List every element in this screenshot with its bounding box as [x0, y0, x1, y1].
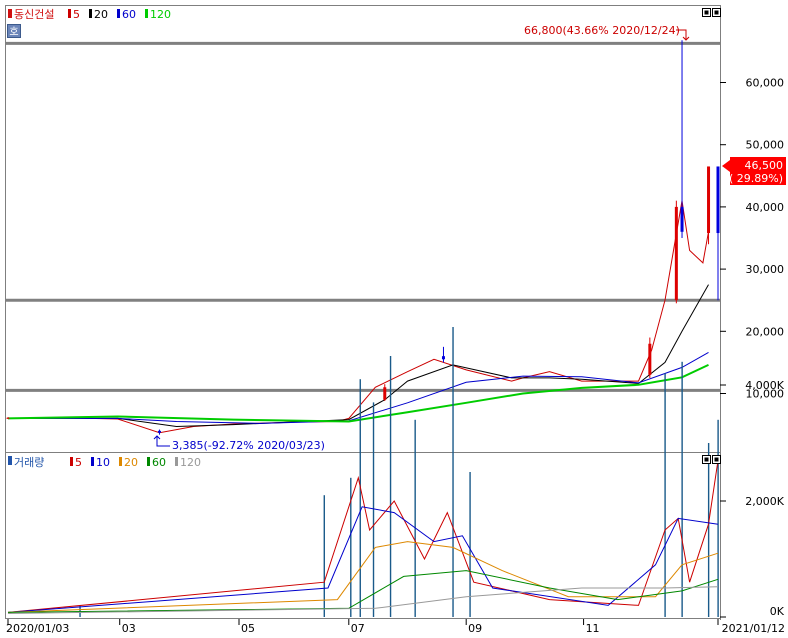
volume-bar: [389, 356, 392, 617]
legend-marker: [8, 9, 12, 18]
volume-bar: [707, 443, 710, 617]
volume-panel-close-button[interactable]: [712, 455, 721, 464]
price-y-tick-label: 40,000: [746, 201, 785, 214]
price-legend-marker-60: [117, 9, 120, 18]
current-price-tag: 46,500 ( 29.89%): [722, 157, 786, 185]
volume-legend-marker-120: [175, 457, 178, 466]
volume-legend-label-10: 10: [96, 456, 110, 469]
lightning-icon[interactable]: 호: [7, 24, 21, 39]
candle-body: [383, 387, 387, 400]
price-legend-marker-20: [89, 9, 92, 18]
x-axis-label: 09: [468, 622, 482, 635]
current-change-label: ( 29.89%): [729, 172, 783, 185]
candle-body: [674, 206, 678, 301]
price-y-tick-label: 60,000: [746, 77, 785, 90]
candle-body: [441, 356, 445, 360]
x-axis-label: 05: [241, 622, 255, 635]
volume-bar: [717, 419, 719, 617]
price-legend-name: 동신건설: [14, 8, 54, 21]
price-y-tick-label: 50,000: [746, 139, 785, 152]
volume-legend-label-120: 120: [180, 456, 201, 469]
price-legend-marker-120: [145, 9, 148, 18]
x-axis-label: 03: [122, 622, 136, 635]
price-panel-close-button[interactable]: [712, 8, 721, 17]
volume-legend-marker-20: [119, 457, 122, 466]
volume-legend-marker-5: [70, 457, 73, 466]
volume-y-tick-label: 4,000K: [745, 379, 784, 392]
volume-bar: [372, 402, 375, 617]
legend-marker: [8, 456, 12, 465]
svg-text:호: 호: [9, 26, 18, 38]
x-axis-label: 07: [351, 622, 365, 635]
volume-bar: [359, 379, 361, 617]
candle-body: [716, 166, 720, 234]
candle-body: [157, 430, 161, 433]
volume-legend-name: 거래량: [14, 456, 44, 469]
price-y-tick-label: 20,000: [746, 325, 785, 338]
candle-body: [707, 166, 711, 234]
volume-panel-maximize-button[interactable]: [702, 455, 711, 464]
price-legend-label-60: 60: [122, 8, 136, 21]
chart-window: 60,000 50,000 40,000 30,000 20,000 10,000 4,00…: [0, 0, 788, 635]
volume-legend-label-5: 5: [75, 456, 82, 469]
price-legend-label-120: 120: [150, 8, 171, 21]
low-price-annotation: 3,385(-92.72% 2020/03/23): [172, 439, 325, 452]
price-legend-marker-5: [68, 9, 71, 18]
volume-legend-label-60: 60: [152, 456, 166, 469]
volume-bar: [452, 327, 454, 617]
volume-bar: [681, 361, 683, 617]
price-legend-label-5: 5: [73, 8, 80, 21]
volume-bar: [469, 472, 471, 617]
price-y-tick-label: 30,000: [746, 263, 785, 276]
candle-body: [680, 206, 684, 232]
volume-y-tick-label: 2,000K: [745, 495, 784, 508]
volume-y-tick-label: 0K: [770, 605, 785, 618]
volume-panel-frame: [5, 452, 721, 619]
price-panel-maximize-button[interactable]: [702, 8, 711, 17]
volume-legend-marker-10: [91, 457, 94, 466]
candle-body: [648, 343, 652, 375]
volume-bar: [664, 373, 666, 617]
volume-legend-marker-60: [147, 457, 150, 466]
chart-canvas: 60,00050,00040,00030,00020,00010,0004,00…: [5, 5, 786, 635]
volume-bar: [414, 419, 416, 617]
current-price-label: 46,500: [745, 159, 784, 172]
volume-legend-label-20: 20: [124, 456, 138, 469]
candle-body: [6, 417, 10, 419]
volume-bar: [323, 495, 325, 617]
x-axis-label: 2021/01/12: [722, 622, 785, 635]
high-price-annotation: 66,800(43.66% 2020/12/24): [524, 24, 680, 37]
x-axis-label: 2020/01/03: [6, 622, 69, 635]
x-axis-label: 11: [586, 622, 600, 635]
price-legend-label-20: 20: [94, 8, 108, 21]
